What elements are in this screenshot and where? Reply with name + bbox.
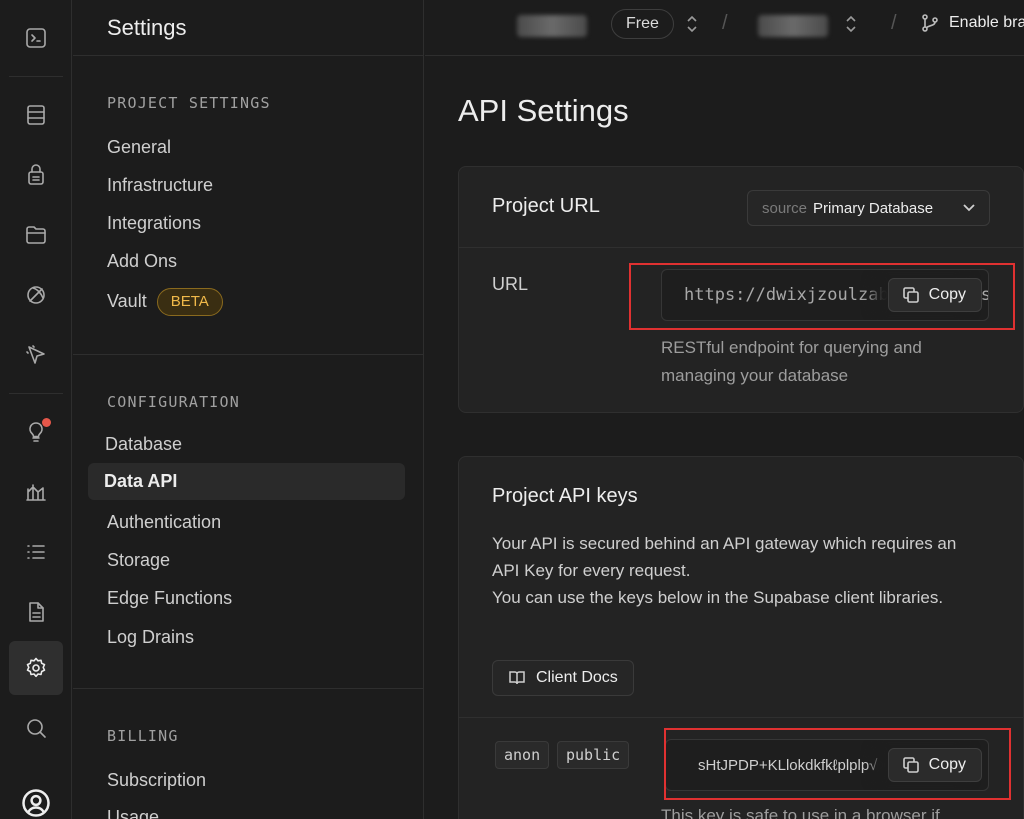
sidebar-item-infrastructure[interactable]: Infrastructure [107, 170, 213, 200]
source-value: Primary Database [813, 199, 934, 217]
sidebar-item-vault-label: Vault [107, 291, 147, 311]
sidebar-header: Settings [73, 0, 423, 56]
url-hint: RESTful endpoint for querying and managi… [661, 338, 922, 385]
breadcrumb-separator-2: / [891, 12, 897, 34]
sidebar-item-vault[interactable]: Vault BETA [107, 286, 223, 317]
cursor-icon[interactable] [9, 328, 63, 382]
group-title-billing: BILLING [107, 727, 179, 745]
source-select[interactable]: source Primary Database [747, 190, 990, 226]
table-editor-icon[interactable] [9, 88, 63, 142]
main-content: API Settings Project URL source Primary … [425, 57, 1024, 819]
sidebar-item-authentication[interactable]: Authentication [107, 507, 221, 537]
auth-icon[interactable] [9, 148, 63, 202]
plan-badge: Free [611, 9, 674, 39]
anon-key-hint: This key is safe to use in a browser if [661, 806, 940, 819]
settings-icon[interactable] [9, 641, 63, 695]
search-icon[interactable] [9, 701, 63, 755]
enable-branching-button[interactable]: Enable branching [921, 14, 1024, 32]
sidebar-item-data-api[interactable]: Data API [88, 463, 405, 500]
top-bar: Free / / Enable branching [425, 0, 1024, 56]
highlight-box-anon-key [664, 728, 1011, 800]
source-prefix: source [762, 199, 808, 217]
api-keys-title: Project API keys [492, 485, 638, 507]
public-badge: public [557, 741, 630, 769]
org-switcher-icon[interactable] [685, 14, 699, 34]
org-name-redacted[interactable] [517, 15, 587, 37]
url-label: URL [492, 274, 529, 294]
realtime-icon[interactable] [9, 268, 63, 322]
sidebar-item-storage[interactable]: Storage [107, 545, 170, 575]
sidebar-title: Settings [107, 14, 187, 40]
sidebar-item-edge-functions[interactable]: Edge Functions [107, 583, 232, 613]
highlight-box-url [629, 263, 1015, 330]
project-name-redacted[interactable] [758, 15, 828, 37]
chevron-down-icon [963, 204, 975, 212]
project-switcher-icon[interactable] [844, 14, 858, 34]
client-docs-button[interactable]: Client Docs [492, 660, 634, 696]
storage-icon[interactable] [9, 208, 63, 262]
sidebar-item-general[interactable]: General [107, 132, 171, 162]
notification-dot [42, 418, 51, 427]
enable-branching-label: Enable branching [949, 14, 1024, 31]
project-url-title: Project URL [492, 195, 600, 217]
beta-badge: BETA [156, 288, 223, 317]
sidebar-item-database[interactable]: Database [105, 429, 182, 459]
api-keys-description-1: Your API is secured behind an API gatewa… [492, 534, 957, 580]
icon-rail [0, 0, 72, 819]
logs-icon[interactable] [9, 525, 63, 579]
page-title: API Settings [458, 93, 629, 128]
settings-sidebar: Settings PROJECT SETTINGS General Infras… [73, 0, 424, 819]
git-branch-icon [922, 14, 938, 32]
breadcrumb-separator: / [722, 12, 728, 34]
book-icon [509, 671, 525, 685]
sidebar-item-integrations[interactable]: Integrations [107, 208, 201, 238]
api-keys-description-2: You can use the keys below in the Supaba… [492, 588, 944, 607]
advisor-icon[interactable] [9, 405, 63, 459]
sidebar-item-log-drains[interactable]: Log Drains [107, 622, 194, 652]
sidebar-item-usage[interactable]: Usage [107, 802, 159, 819]
group-title-project-settings: PROJECT SETTINGS [107, 94, 271, 112]
client-docs-label: Client Docs [536, 669, 618, 686]
docs-icon[interactable] [9, 585, 63, 639]
group-title-configuration: CONFIGURATION [107, 393, 240, 411]
terminal-icon[interactable] [9, 11, 63, 65]
sidebar-item-subscription[interactable]: Subscription [107, 765, 206, 795]
reports-icon[interactable] [9, 465, 63, 519]
anon-badge: anon [495, 741, 550, 769]
user-avatar-icon[interactable] [9, 776, 63, 819]
sidebar-item-add-ons[interactable]: Add Ons [107, 246, 177, 276]
